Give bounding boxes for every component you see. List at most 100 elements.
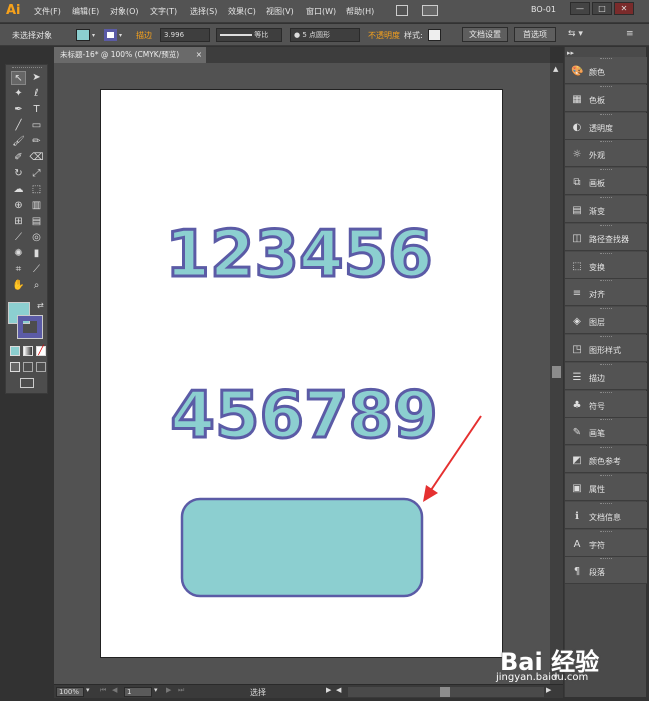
eraser-tool-icon[interactable]: ⌫: [29, 151, 44, 165]
color-mode-icon[interactable]: [10, 346, 20, 356]
menu-effect[interactable]: 效果(C): [228, 6, 256, 17]
gradient-mode-icon[interactable]: [23, 346, 33, 356]
panel-artboards[interactable]: ⧉ 画板: [565, 168, 647, 196]
none-mode-icon[interactable]: ╱: [36, 346, 46, 356]
brush-select[interactable]: ● 5 点圆形: [290, 28, 360, 42]
panel-grip[interactable]: [600, 502, 612, 506]
warp-tool-icon[interactable]: ☁: [11, 183, 26, 197]
menu-help[interactable]: 帮助(H): [346, 6, 374, 17]
pen-tool-icon[interactable]: ✒: [11, 103, 26, 117]
panel-character[interactable]: A 字符: [565, 529, 647, 557]
menu-file[interactable]: 文件(F): [34, 6, 61, 17]
next-artboard-icon[interactable]: ▶: [166, 686, 171, 694]
draw-inside-icon[interactable]: [36, 362, 46, 372]
free-transform-tool-icon[interactable]: ⬚: [29, 183, 44, 197]
panel-grip[interactable]: [600, 419, 612, 422]
last-artboard-icon[interactable]: ⏭: [178, 686, 184, 695]
arrange-documents-icon[interactable]: [422, 5, 438, 16]
panel-grip[interactable]: [600, 58, 612, 61]
artwork-text-line2[interactable]: 456789: [169, 378, 439, 455]
panel-swatches[interactable]: ▦ 色板: [565, 84, 647, 112]
stroke-profile-select[interactable]: 等比: [216, 28, 282, 42]
panel-palette[interactable]: 🎨 颜色: [565, 57, 647, 84]
panel-grip[interactable]: [600, 363, 612, 367]
stroke-weight-field[interactable]: 3.996: [160, 28, 210, 42]
menu-select[interactable]: 选择(S): [190, 6, 217, 17]
panel-graphic-styles[interactable]: ◳ 图形样式: [565, 335, 647, 362]
pencil-tool-icon[interactable]: ✏: [29, 135, 44, 149]
magic-wand-tool-icon[interactable]: ✦: [11, 87, 26, 101]
graphic-style-swatch[interactable]: [428, 29, 441, 41]
panel-paragraph[interactable]: ¶ 段落: [565, 557, 647, 585]
artboard-tool-icon[interactable]: ⌗: [11, 263, 26, 277]
bridge-icon[interactable]: [396, 5, 408, 16]
panel-align[interactable]: ≡ 对齐: [565, 279, 647, 307]
blend-tool-icon[interactable]: ◎: [29, 231, 44, 245]
close-button[interactable]: ✕: [614, 2, 634, 15]
panel-grip[interactable]: [600, 336, 612, 339]
artwork-text-line1[interactable]: 123456: [164, 217, 434, 294]
panel-symbols[interactable]: ♣ 符号: [565, 390, 647, 418]
panel-grip[interactable]: [600, 558, 612, 561]
gradient-tool-icon[interactable]: ▤: [29, 215, 44, 229]
eyedropper-tool-icon[interactable]: ⟋: [11, 231, 26, 245]
panel-appearance[interactable]: ☼ 外观: [565, 140, 647, 168]
opacity-label[interactable]: 不透明度: [368, 30, 400, 41]
panel-grip[interactable]: [12, 67, 42, 68]
panel-grip[interactable]: [600, 280, 612, 283]
scale-tool-icon[interactable]: ⤢: [29, 167, 44, 181]
status-menu-icon[interactable]: ▶: [326, 686, 331, 694]
first-artboard-icon[interactable]: ⏮: [100, 686, 106, 695]
panel-grip[interactable]: [600, 197, 612, 200]
panel-grip[interactable]: [600, 141, 612, 144]
maximize-button[interactable]: □: [592, 2, 612, 15]
artboard[interactable]: 123456 456789: [100, 89, 503, 658]
previous-artboard-icon[interactable]: ◀: [112, 686, 117, 694]
swap-colors-icon[interactable]: ⇄: [37, 301, 44, 310]
lasso-tool-icon[interactable]: ℓ: [29, 87, 44, 101]
panel-gradient[interactable]: ▤ 渐变: [565, 196, 647, 223]
panel-grip[interactable]: [600, 224, 612, 228]
menu-edit[interactable]: 编辑(E): [72, 6, 99, 17]
hand-tool-icon[interactable]: ✋: [11, 279, 26, 293]
paintbrush-tool-icon[interactable]: 🖌: [11, 135, 26, 149]
close-tab-icon[interactable]: ×: [196, 47, 202, 63]
panel-grip[interactable]: [600, 391, 612, 395]
workspace-switcher[interactable]: BO-01: [531, 5, 556, 14]
panel-attributes[interactable]: ▣ 属性: [565, 474, 647, 501]
mesh-tool-icon[interactable]: ⊞: [11, 215, 26, 229]
arrange-icon[interactable]: ⇆ ▾: [568, 29, 583, 39]
menu-window[interactable]: 窗口(W): [306, 6, 336, 17]
artboard-dropdown-icon[interactable]: ▾: [154, 686, 158, 694]
column-graph-tool-icon[interactable]: ▮: [29, 247, 44, 261]
screen-mode-icon[interactable]: [20, 378, 34, 388]
shape-builder-tool-icon[interactable]: ⊕: [11, 199, 26, 213]
draw-behind-icon[interactable]: [23, 362, 33, 372]
minimize-button[interactable]: —: [570, 2, 590, 15]
stroke-label[interactable]: 描边: [136, 30, 152, 41]
slice-tool-icon[interactable]: ⟋: [29, 263, 44, 277]
fill-swatch[interactable]: [76, 29, 90, 41]
panel-layers[interactable]: ◈ 图层: [565, 307, 647, 335]
panel-brushes[interactable]: ✎ 画笔: [565, 418, 647, 446]
zoom-field[interactable]: 100%: [56, 687, 84, 697]
canvas-area[interactable]: 123456 456789: [54, 63, 550, 684]
line-tool-icon[interactable]: ╱: [11, 119, 26, 133]
zoom-dropdown-icon[interactable]: ▾: [86, 686, 90, 694]
vertical-scroll-thumb[interactable]: [552, 366, 561, 378]
zoom-tool-icon[interactable]: ⌕: [29, 279, 44, 293]
selection-tool-icon[interactable]: ↖: [11, 71, 26, 85]
panel-color-guide[interactable]: ◩ 颜色参考: [565, 446, 647, 474]
panel-grip[interactable]: [600, 113, 612, 117]
scroll-left-icon[interactable]: ◀: [336, 686, 341, 694]
document-setup-button[interactable]: 文档设置: [462, 27, 508, 42]
panel-pathfinder[interactable]: ◫ 路径查找器: [565, 223, 647, 251]
panel-grip[interactable]: [600, 252, 612, 256]
type-tool-icon[interactable]: T: [29, 103, 44, 117]
vertical-scrollbar[interactable]: ▲ ▼: [550, 63, 563, 684]
menu-object[interactable]: 对象(O): [110, 6, 139, 17]
symbol-sprayer-tool-icon[interactable]: ✺: [11, 247, 26, 261]
panel-grip[interactable]: [600, 308, 612, 311]
menu-type[interactable]: 文字(T): [150, 6, 177, 17]
rounded-rectangle-shape[interactable]: [180, 497, 424, 598]
